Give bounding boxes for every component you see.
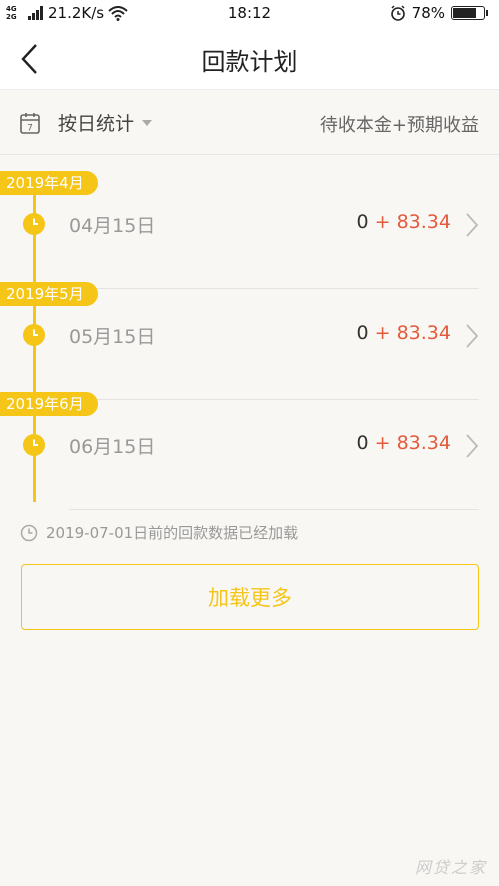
row-interest: + 83.34	[368, 432, 451, 454]
calendar-day: 7	[27, 124, 33, 134]
row-amount: 0 + 83.34	[357, 211, 452, 233]
row-date: 06月15日	[69, 436, 156, 458]
schedule-row[interactable]: 05月15日 0 + 83.34	[0, 307, 499, 367]
status-right: 78%	[390, 4, 488, 22]
clock-icon	[20, 524, 38, 541]
column-label: 待收本金+预期收益	[319, 115, 479, 136]
row-principal: 0	[356, 432, 369, 454]
battery-icon	[451, 6, 488, 20]
row-interest: + 83.34	[368, 211, 451, 233]
watermark: 网贷之家	[414, 858, 487, 877]
clock-icon	[23, 213, 45, 235]
chevron-right-icon	[466, 324, 479, 348]
row-interest: + 83.34	[368, 322, 451, 344]
load-note: 2019-07-01日前的回款数据已经加载	[20, 522, 298, 543]
month-tag: 2019年5月	[0, 282, 98, 306]
row-date: 05月15日	[69, 326, 156, 348]
month-tag: 2019年4月	[0, 171, 98, 195]
row-date: 04月15日	[69, 215, 156, 237]
month-tag: 2019年6月	[0, 392, 98, 416]
alarm-icon	[390, 5, 405, 21]
load-note-text: 2019-07-01日前的回款数据已经加载	[46, 524, 299, 542]
row-divider	[69, 509, 479, 510]
page-title: 回款计划	[201, 48, 298, 76]
row-divider	[69, 399, 479, 400]
stat-mode-label: 按日统计	[58, 113, 135, 135]
battery-percent: 78%	[411, 4, 445, 22]
schedule-row[interactable]: 04月15日 0 + 83.34	[0, 196, 499, 256]
battery-fill	[453, 8, 477, 18]
calendar-icon: 7	[20, 113, 40, 134]
row-amount: 0 + 83.34	[357, 322, 452, 344]
row-principal: 0	[356, 322, 369, 344]
load-more-button[interactable]: 加载更多	[21, 564, 479, 630]
row-divider	[69, 288, 479, 289]
status-bar: 4G 2G 21.2K/s 18:12 78%	[0, 0, 499, 28]
clock-icon	[23, 324, 45, 346]
filter-row: 7 按日统计 待收本金+预期收益	[0, 91, 499, 155]
clock-icon	[23, 434, 45, 456]
row-amount: 0 + 83.34	[357, 432, 452, 454]
chevron-right-icon	[466, 434, 479, 458]
row-principal: 0	[356, 211, 369, 233]
stat-mode-dropdown[interactable]: 按日统计	[58, 109, 153, 136]
chevron-right-icon	[466, 213, 479, 237]
nav-bar: 回款计划	[0, 28, 499, 90]
caret-down-icon	[142, 119, 153, 126]
schedule-row[interactable]: 06月15日 0 + 83.34	[0, 417, 499, 477]
